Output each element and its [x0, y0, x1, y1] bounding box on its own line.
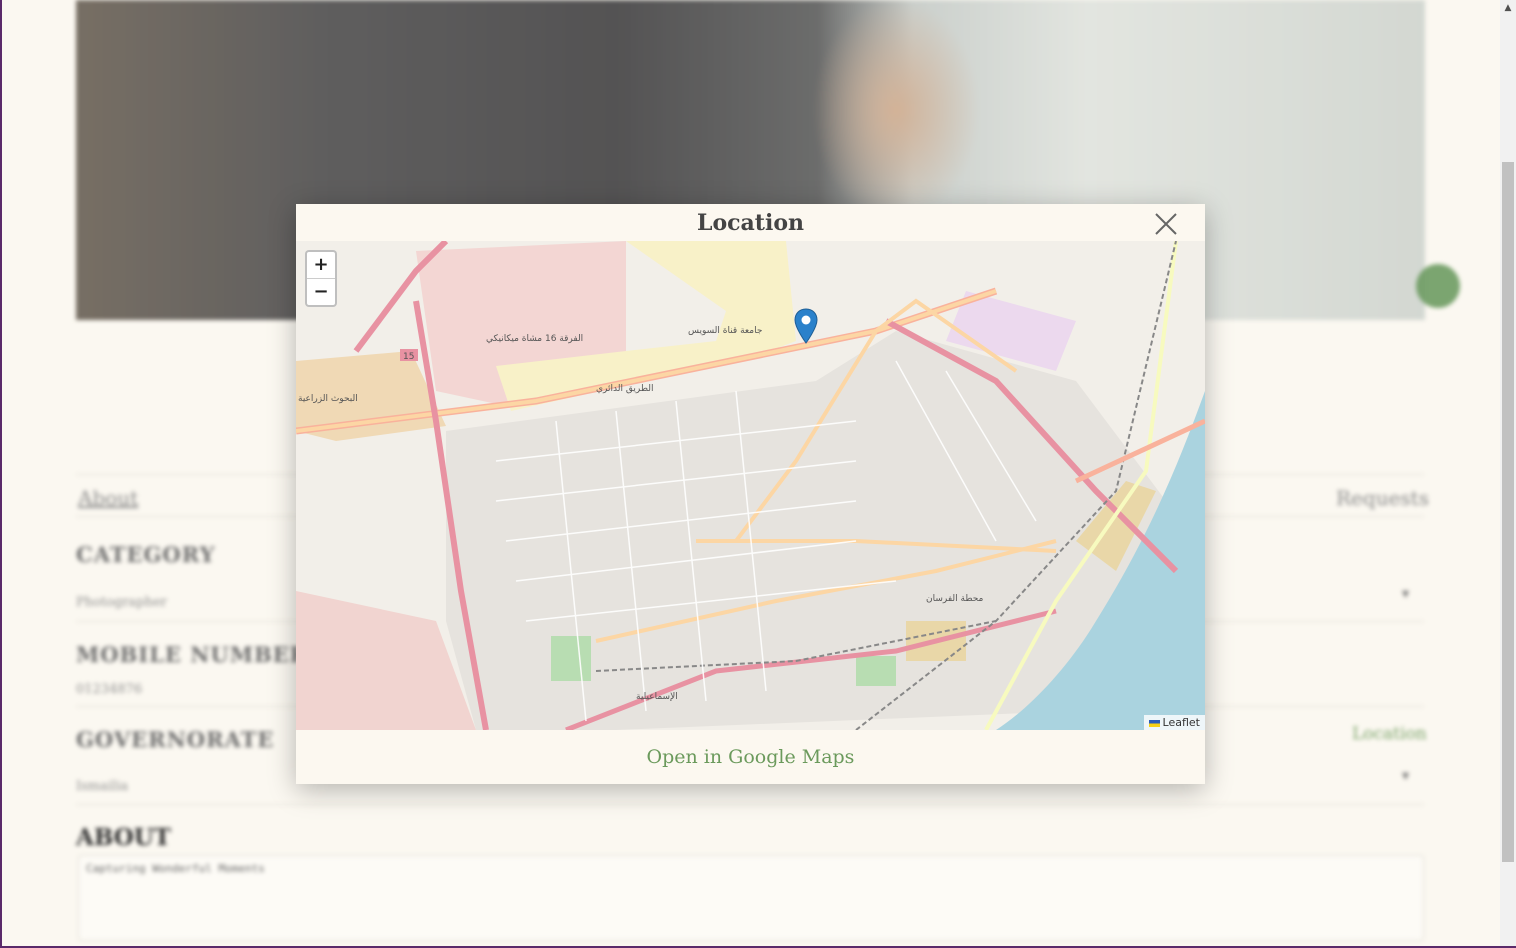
svg-text:البحوث الزراعية: البحوث الزراعية [298, 394, 358, 404]
ukraine-flag-icon [1148, 720, 1160, 727]
tab-requests[interactable]: Requests [1336, 486, 1429, 510]
mobile-label: MOBILE NUMBER [76, 642, 309, 667]
about-heading: ABOUT [76, 824, 171, 851]
governorate-value: Ismailia [76, 779, 129, 794]
map-attribution[interactable]: Leaflet [1143, 715, 1205, 730]
map-tiles: جامعة قناة السويس الفرقة 16 مشاة ميكانيك… [296, 241, 1205, 730]
map-marker-icon[interactable] [794, 308, 818, 344]
zoom-control: + − [305, 250, 337, 307]
leaflet-label: Leaflet [1162, 716, 1200, 729]
tab-about[interactable]: About [78, 486, 138, 510]
close-icon[interactable] [1153, 211, 1179, 237]
svg-text:الطريق الدائري: الطريق الدائري [596, 384, 653, 394]
svg-text:محطة الفرسان: محطة الفرسان [926, 594, 984, 604]
svg-text:15: 15 [403, 352, 414, 362]
svg-text:جامعة قناة السويس: جامعة قناة السويس [688, 326, 762, 336]
svg-text:الإسماعيلية: الإسماعيلية [636, 692, 678, 702]
map-view[interactable]: جامعة قناة السويس الفرقة 16 مشاة ميكانيك… [296, 241, 1205, 730]
modal-title: Location [697, 210, 804, 236]
zoom-in-button[interactable]: + [307, 252, 335, 279]
category-value: Photographer [76, 595, 167, 610]
zoom-out-button[interactable]: − [307, 279, 335, 305]
governorate-label: GOVERNORATE [76, 727, 275, 752]
chevron-down-icon[interactable]: ▾ [1402, 768, 1409, 784]
scroll-up-arrow-icon[interactable]: ▲ [1500, 0, 1516, 16]
chevron-down-icon[interactable]: ▾ [1402, 586, 1409, 602]
about-text: Capturing Wonderful Moments [86, 862, 265, 875]
svg-text:الفرقة 16 مشاة ميكانيكي: الفرقة 16 مشاة ميكانيكي [486, 334, 583, 344]
scrollbar-thumb[interactable] [1502, 162, 1514, 862]
category-label: CATEGORY [76, 542, 216, 567]
location-modal: Location جامعة قناة السويس الفرقة 16 مشا… [296, 204, 1205, 784]
edit-cover-icon[interactable] [1416, 264, 1460, 308]
about-textarea[interactable] [78, 855, 1424, 941]
open-google-maps-link[interactable]: Open in Google Maps [296, 746, 1205, 768]
mobile-value: 01234876 [76, 682, 143, 697]
location-link[interactable]: Location [1352, 724, 1427, 744]
